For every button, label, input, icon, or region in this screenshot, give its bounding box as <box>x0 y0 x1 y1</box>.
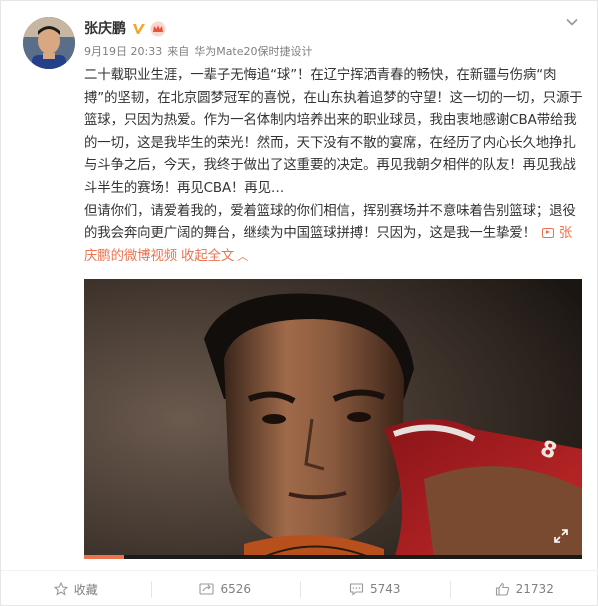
post-paragraph: 但请你们，请爱着我的，爱着篮球的你们相信，挥别赛场并不意味着告别篮球；退役的我会… <box>84 203 576 264</box>
repost-icon <box>199 583 215 595</box>
chevron-up-icon: ︿ <box>237 249 249 263</box>
action-bar: 收藏 6526 5743 21732 <box>1 570 598 606</box>
chevron-down-icon[interactable] <box>565 15 579 29</box>
favorite-label: 收藏 <box>73 582 98 597</box>
like-count: 21732 <box>515 582 554 596</box>
fullscreen-icon[interactable] <box>552 527 570 545</box>
avatar[interactable] <box>23 17 75 69</box>
verified-icon <box>133 24 145 34</box>
video-progress-bar[interactable] <box>84 555 582 559</box>
username[interactable]: 张庆鹏 <box>84 19 126 39</box>
collapse-button[interactable]: 收起全文 ︿ <box>181 249 248 264</box>
crown-icon[interactable] <box>150 21 166 37</box>
comment-icon <box>349 583 364 596</box>
video-progress-fill <box>84 555 124 559</box>
post-source[interactable]: 华为Mate20保时捷设计 <box>194 45 312 58</box>
post-text: 二十载职业生涯，一辈子无悔追“球”！在辽宁挥洒青春的畅快，在新疆与伤病“肉搏”的… <box>84 65 584 268</box>
like-button[interactable]: 21732 <box>449 571 598 606</box>
comment-button[interactable]: 5743 <box>300 571 450 606</box>
avatar-image <box>23 17 75 69</box>
post-date[interactable]: 9月19日 20:33 <box>84 45 162 58</box>
post-meta: 9月19日 20:33 来自 华为Mate20保时捷设计 <box>84 44 318 60</box>
video-icon <box>541 228 554 239</box>
weibo-post-card: 张庆鹏 9月19日 20:33 来自 华为Mate20保时捷设计 二十载职业生涯，一… <box>0 0 598 606</box>
video-player[interactable]: 8 <box>84 279 582 559</box>
video-thumbnail: 8 <box>84 279 582 559</box>
repost-button[interactable]: 6526 <box>150 571 301 606</box>
post-paragraph: 二十载职业生涯，一辈子无悔追“球”！在辽宁挥洒青春的畅快，在新疆与伤病“肉搏”的… <box>84 68 583 196</box>
star-icon <box>53 582 68 596</box>
like-icon <box>495 582 509 596</box>
repost-count: 6526 <box>220 582 252 596</box>
comment-count: 5743 <box>369 582 401 596</box>
source-prefix: 来自 <box>167 45 190 58</box>
favorite-button[interactable]: 收藏 <box>1 571 151 606</box>
